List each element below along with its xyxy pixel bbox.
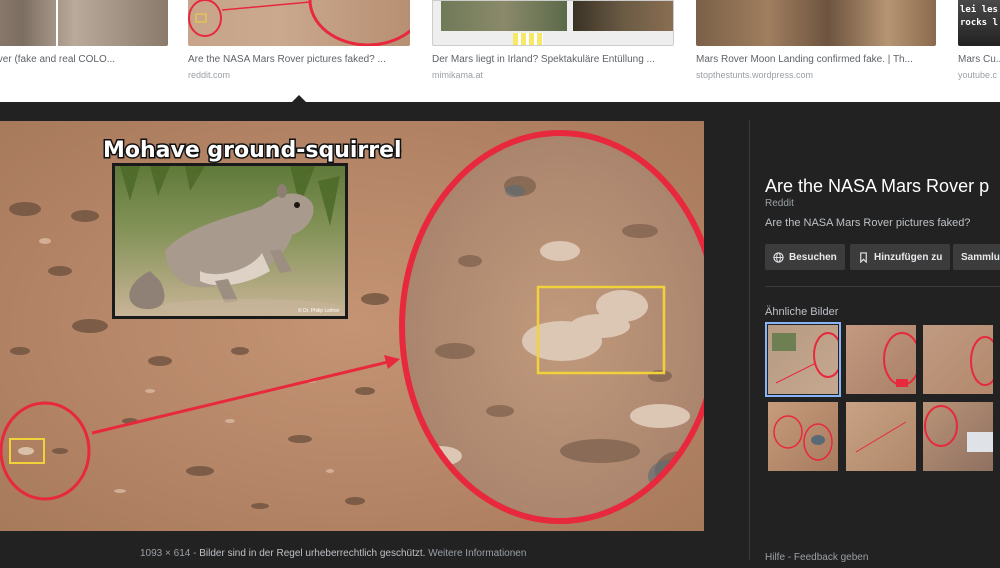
copyright-note: Bilder sind in der Regel urheberrechtlic… [199, 548, 426, 559]
sidebar-divider [765, 286, 1000, 287]
inset-label: Mohave ground-squirrel [103, 138, 402, 163]
photo-credit: © Dr. Philip Leitner [298, 307, 340, 314]
result-thumbnail[interactable] [188, 0, 410, 46]
squirrel-inset-photo: © Dr. Philip Leitner [112, 163, 348, 319]
image-preview-panel: © Dr. Philip Leitner Mohave ground-squir… [0, 102, 1000, 568]
result-thumbnail[interactable]: lei les rocks l [958, 0, 1000, 46]
result-item[interactable]: lei les rocks l Mars Cu... youtube.c [958, 0, 1000, 102]
save-to-collection-button[interactable]: Hinzufügen zu [850, 244, 951, 270]
result-source: reddit.com [188, 70, 231, 80]
image-info-sidebar: Are the NASA Mars Rover p Reddit Are the… [765, 102, 1000, 568]
similar-image-thumbnail[interactable] [923, 325, 993, 394]
collections-button-label: Sammlun [961, 251, 1000, 263]
result-source-name: Reddit [765, 198, 794, 209]
similar-image-thumbnail[interactable] [768, 402, 838, 471]
visit-button-label: Besuchen [789, 251, 837, 263]
preview-image[interactable]: © Dr. Philip Leitner Mohave ground-squir… [0, 121, 704, 531]
result-item[interactable]: Der Mars liegt in Irland? Spektakuläre E… [432, 0, 674, 102]
result-thumbnail[interactable] [432, 0, 674, 46]
result-thumbnail[interactable] [0, 0, 168, 46]
globe-icon [773, 251, 784, 263]
result-source: mimikama.at [432, 70, 484, 80]
result-source: stopthestunts.wordpress.com [696, 70, 814, 80]
similar-image-thumbnail[interactable] [923, 402, 993, 471]
result-title[interactable]: Are the NASA Mars Rover pictures faked? … [188, 54, 410, 65]
panel-divider [749, 120, 750, 560]
feedback-link[interactable]: Feedback geben [794, 552, 869, 563]
similar-image-thumbnail[interactable] [846, 402, 916, 471]
similar-images-heading: Ähnliche Bilder [765, 306, 839, 318]
result-source: youtube.c [958, 70, 998, 80]
result-title[interactable]: Mars Cu... [958, 54, 1000, 65]
image-caption: 1093 × 614 - Bilder sind in der Regel ur… [140, 548, 527, 559]
result-page-title[interactable]: Are the NASA Mars Rover p [765, 176, 989, 197]
panel-footer: Hilfe - Feedback geben [765, 552, 869, 563]
thumbnail-overlay-text: lei les rocks l [960, 5, 998, 28]
bookmark-icon [860, 251, 867, 263]
result-title[interactable]: Mars Rover Moon Landing confirmed fake. … [696, 54, 936, 65]
result-item[interactable]: Mars Rover (fake and real COLO... [0, 0, 170, 102]
result-title[interactable]: Der Mars liegt in Irland? Spektakuläre E… [432, 54, 674, 65]
result-description: Are the NASA Mars Rover pictures faked? [765, 217, 971, 229]
result-title[interactable]: Mars Rover (fake and real COLO... [0, 54, 170, 65]
image-results-strip: Mars Rover (fake and real COLO... Are th… [0, 0, 1000, 102]
visit-button[interactable]: Besuchen [765, 244, 845, 270]
image-dimensions: 1093 × 614 [140, 548, 191, 559]
save-button-label: Hinzufügen zu [874, 251, 943, 263]
result-item[interactable]: Are the NASA Mars Rover pictures faked? … [188, 0, 410, 102]
similar-image-thumbnail[interactable] [846, 325, 916, 394]
collections-button[interactable]: Sammlun [953, 244, 1000, 270]
result-item[interactable]: Mars Rover Moon Landing confirmed fake. … [696, 0, 936, 102]
similar-image-thumbnail[interactable] [765, 322, 841, 397]
help-link[interactable]: Hilfe [765, 552, 785, 563]
more-info-link[interactable]: Weitere Informationen [428, 548, 526, 559]
result-thumbnail[interactable] [696, 0, 936, 46]
